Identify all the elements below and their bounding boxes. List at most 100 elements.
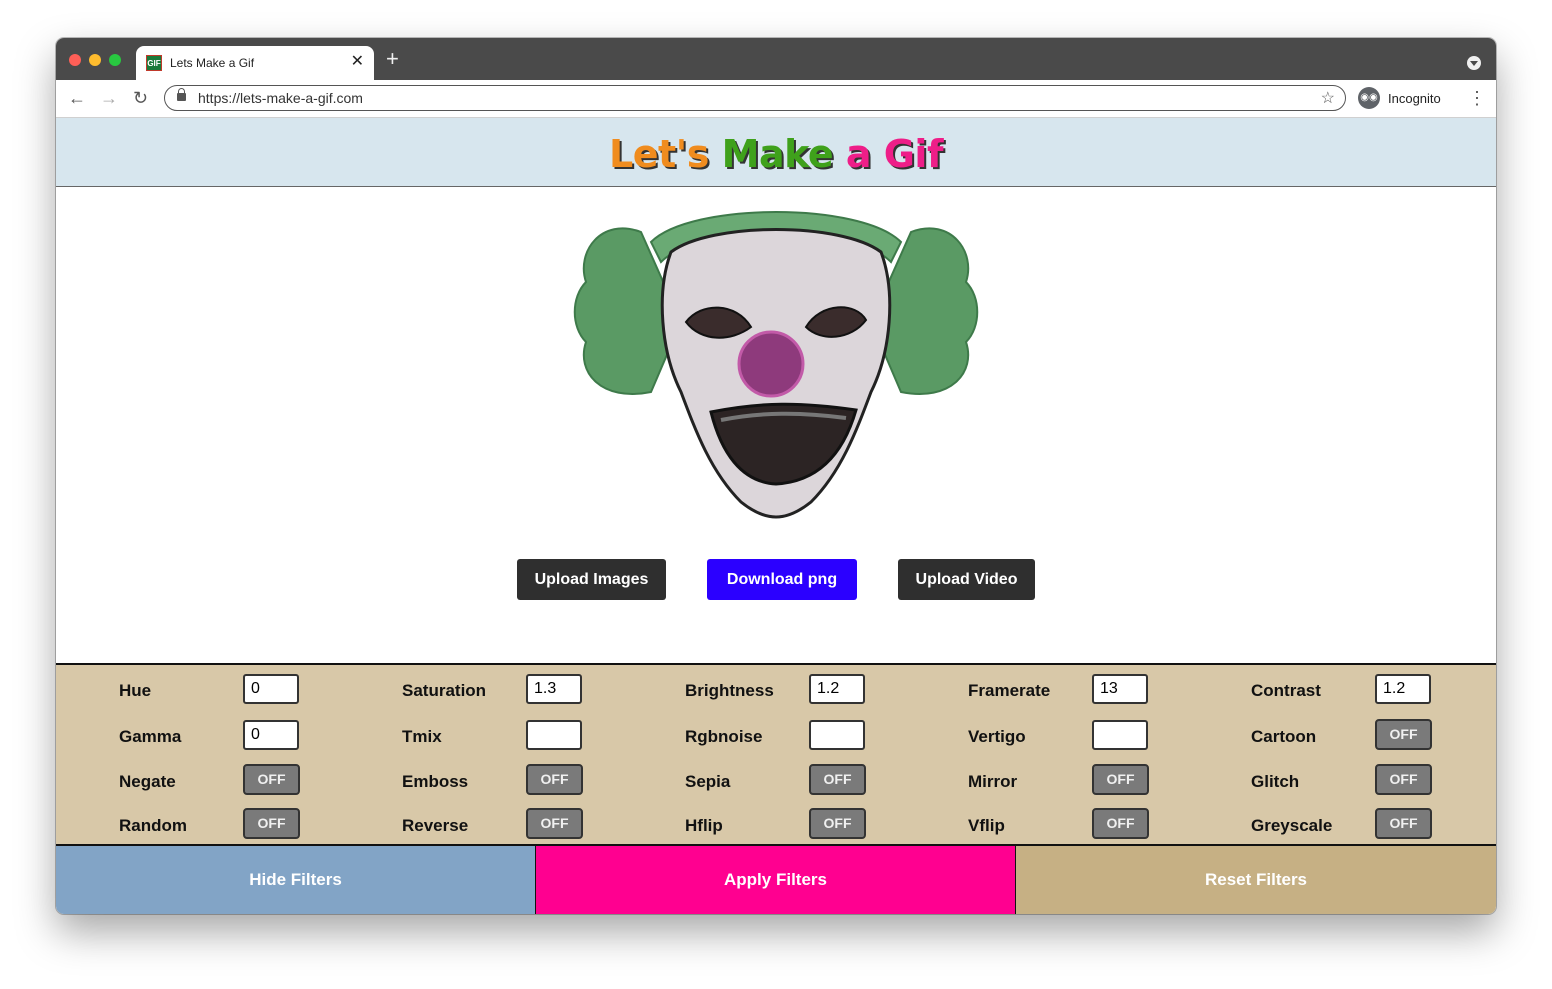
filter-label: Vflip	[968, 816, 1005, 835]
filter-row: Hue Saturation Brightness Framerate Cont…	[56, 670, 1496, 710]
filter-cartoon: Cartoon OFF	[1188, 716, 1471, 756]
filter-brightness: Brightness	[622, 670, 905, 710]
tmix-input[interactable]	[526, 720, 582, 750]
filters-panel: Hue Saturation Brightness Framerate Cont…	[56, 663, 1496, 846]
filter-framerate: Framerate	[905, 670, 1188, 710]
filter-mirror: Mirror OFF	[905, 761, 1188, 801]
filter-vflip: Vflip OFF	[905, 805, 1188, 845]
hue-input[interactable]	[243, 674, 299, 704]
close-tab-icon[interactable]: ✕	[351, 53, 364, 71]
close-window-icon[interactable]	[69, 54, 81, 66]
cartoon-toggle[interactable]: OFF	[1375, 719, 1432, 750]
filter-label: Hue	[119, 681, 152, 700]
filter-random: Random OFF	[56, 805, 339, 845]
filter-label: Emboss	[402, 772, 469, 791]
page-content: Let's Make a Gif Upload Images Download …	[56, 118, 1496, 914]
filter-label: Reverse	[402, 816, 469, 835]
filter-emboss: Emboss OFF	[339, 761, 622, 801]
address-bar[interactable]: https://lets-make-a-gif.com ☆	[164, 85, 1346, 111]
new-tab-icon[interactable]: +	[386, 48, 399, 70]
browser-tab[interactable]: GIF Lets Make a Gif ✕	[136, 46, 374, 80]
filter-glitch: Glitch OFF	[1188, 761, 1471, 801]
greyscale-toggle[interactable]: OFF	[1375, 808, 1432, 839]
filter-rgbnoise: Rgbnoise	[622, 716, 905, 756]
filter-label: Vertigo	[968, 727, 1026, 746]
vflip-toggle[interactable]: OFF	[1092, 808, 1149, 839]
brightness-input[interactable]	[809, 674, 865, 704]
gif-favicon-icon: GIF	[146, 55, 162, 71]
hide-filters-button[interactable]: Hide Filters	[56, 846, 536, 914]
site-header: Let's Make a Gif	[56, 118, 1496, 187]
gamma-input[interactable]	[243, 720, 299, 750]
filter-label: Hflip	[685, 816, 723, 835]
filter-greyscale: Greyscale OFF	[1188, 805, 1471, 845]
reload-icon[interactable]: ↻	[133, 86, 148, 110]
hflip-toggle[interactable]: OFF	[809, 808, 866, 839]
glitch-toggle[interactable]: OFF	[1375, 764, 1432, 795]
mirror-toggle[interactable]: OFF	[1092, 764, 1149, 795]
tab-search-icon[interactable]	[1467, 56, 1481, 70]
gif-preview-image	[573, 211, 979, 519]
maximize-window-icon[interactable]	[109, 54, 121, 66]
logo-word-a-gif: a Gif	[845, 132, 944, 176]
bookmark-star-icon[interactable]: ☆	[1321, 88, 1335, 108]
browser-menu-icon[interactable]: ⋮	[1468, 88, 1486, 108]
logo-word-make: Make	[721, 132, 834, 176]
filter-label: Mirror	[968, 772, 1018, 791]
upload-video-button[interactable]: Upload Video	[898, 559, 1035, 600]
framerate-input[interactable]	[1092, 674, 1148, 704]
filter-tmix: Tmix	[339, 716, 622, 756]
filter-label: Sepia	[685, 772, 731, 791]
filter-label: Rgbnoise	[685, 727, 763, 746]
filter-row: Gamma Tmix Rgbnoise Vertigo Cartoon	[56, 716, 1496, 756]
tab-title: Lets Make a Gif	[170, 56, 255, 70]
incognito-icon[interactable]: ◉◉	[1358, 87, 1380, 109]
filter-hue: Hue	[56, 670, 339, 710]
filter-gamma: Gamma	[56, 716, 339, 756]
saturation-input[interactable]	[526, 674, 582, 704]
tab-strip: GIF Lets Make a Gif ✕ +	[56, 38, 1496, 80]
browser-window: GIF Lets Make a Gif ✕ + ← → ↻ https://le…	[56, 38, 1496, 914]
vertigo-input[interactable]	[1092, 720, 1148, 750]
filter-actions: Hide Filters Apply Filters Reset Filters	[56, 846, 1496, 914]
logo-word-lets: Let's	[609, 132, 709, 176]
contrast-input[interactable]	[1375, 674, 1431, 704]
filter-label: Tmix	[402, 727, 442, 746]
filter-label: Negate	[119, 772, 176, 791]
filter-sepia: Sepia OFF	[622, 761, 905, 801]
url-text[interactable]: https://lets-make-a-gif.com	[198, 90, 363, 106]
emboss-toggle[interactable]: OFF	[526, 764, 583, 795]
reverse-toggle[interactable]: OFF	[526, 808, 583, 839]
filter-hflip: Hflip OFF	[622, 805, 905, 845]
filter-reverse: Reverse OFF	[339, 805, 622, 845]
filter-label: Contrast	[1251, 681, 1321, 700]
filter-label: Cartoon	[1251, 727, 1317, 746]
site-logo: Let's Make a Gif	[609, 132, 943, 176]
lock-icon	[177, 88, 186, 101]
back-arrow-icon[interactable]: ←	[68, 86, 86, 110]
forward-arrow-icon[interactable]: →	[100, 86, 118, 110]
filter-row: Random OFF Reverse OFF Hflip OFF Vflip O…	[56, 805, 1496, 845]
filter-label: Saturation	[402, 681, 487, 700]
filter-label: Framerate	[968, 681, 1051, 700]
filter-saturation: Saturation	[339, 670, 622, 710]
filter-contrast: Contrast	[1188, 670, 1471, 710]
sepia-toggle[interactable]: OFF	[809, 764, 866, 795]
filter-label: Glitch	[1251, 772, 1300, 791]
rgbnoise-input[interactable]	[809, 720, 865, 750]
incognito-label[interactable]: Incognito	[1388, 91, 1441, 106]
filter-label: Brightness	[685, 681, 774, 700]
upload-images-button[interactable]: Upload Images	[517, 559, 666, 600]
download-png-button[interactable]: Download png	[707, 559, 857, 600]
filter-label: Random	[119, 816, 187, 835]
filter-negate: Negate OFF	[56, 761, 339, 801]
minimize-window-icon[interactable]	[89, 54, 101, 66]
filter-row: Negate OFF Emboss OFF Sepia OFF Mirror O…	[56, 761, 1496, 801]
browser-toolbar: ← → ↻ https://lets-make-a-gif.com ☆ ◉◉ I…	[56, 80, 1496, 118]
filter-label: Gamma	[119, 727, 182, 746]
negate-toggle[interactable]: OFF	[243, 764, 300, 795]
apply-filters-button[interactable]: Apply Filters	[536, 846, 1016, 914]
random-toggle[interactable]: OFF	[243, 808, 300, 839]
filter-label: Greyscale	[1251, 816, 1333, 835]
reset-filters-button[interactable]: Reset Filters	[1016, 846, 1496, 914]
